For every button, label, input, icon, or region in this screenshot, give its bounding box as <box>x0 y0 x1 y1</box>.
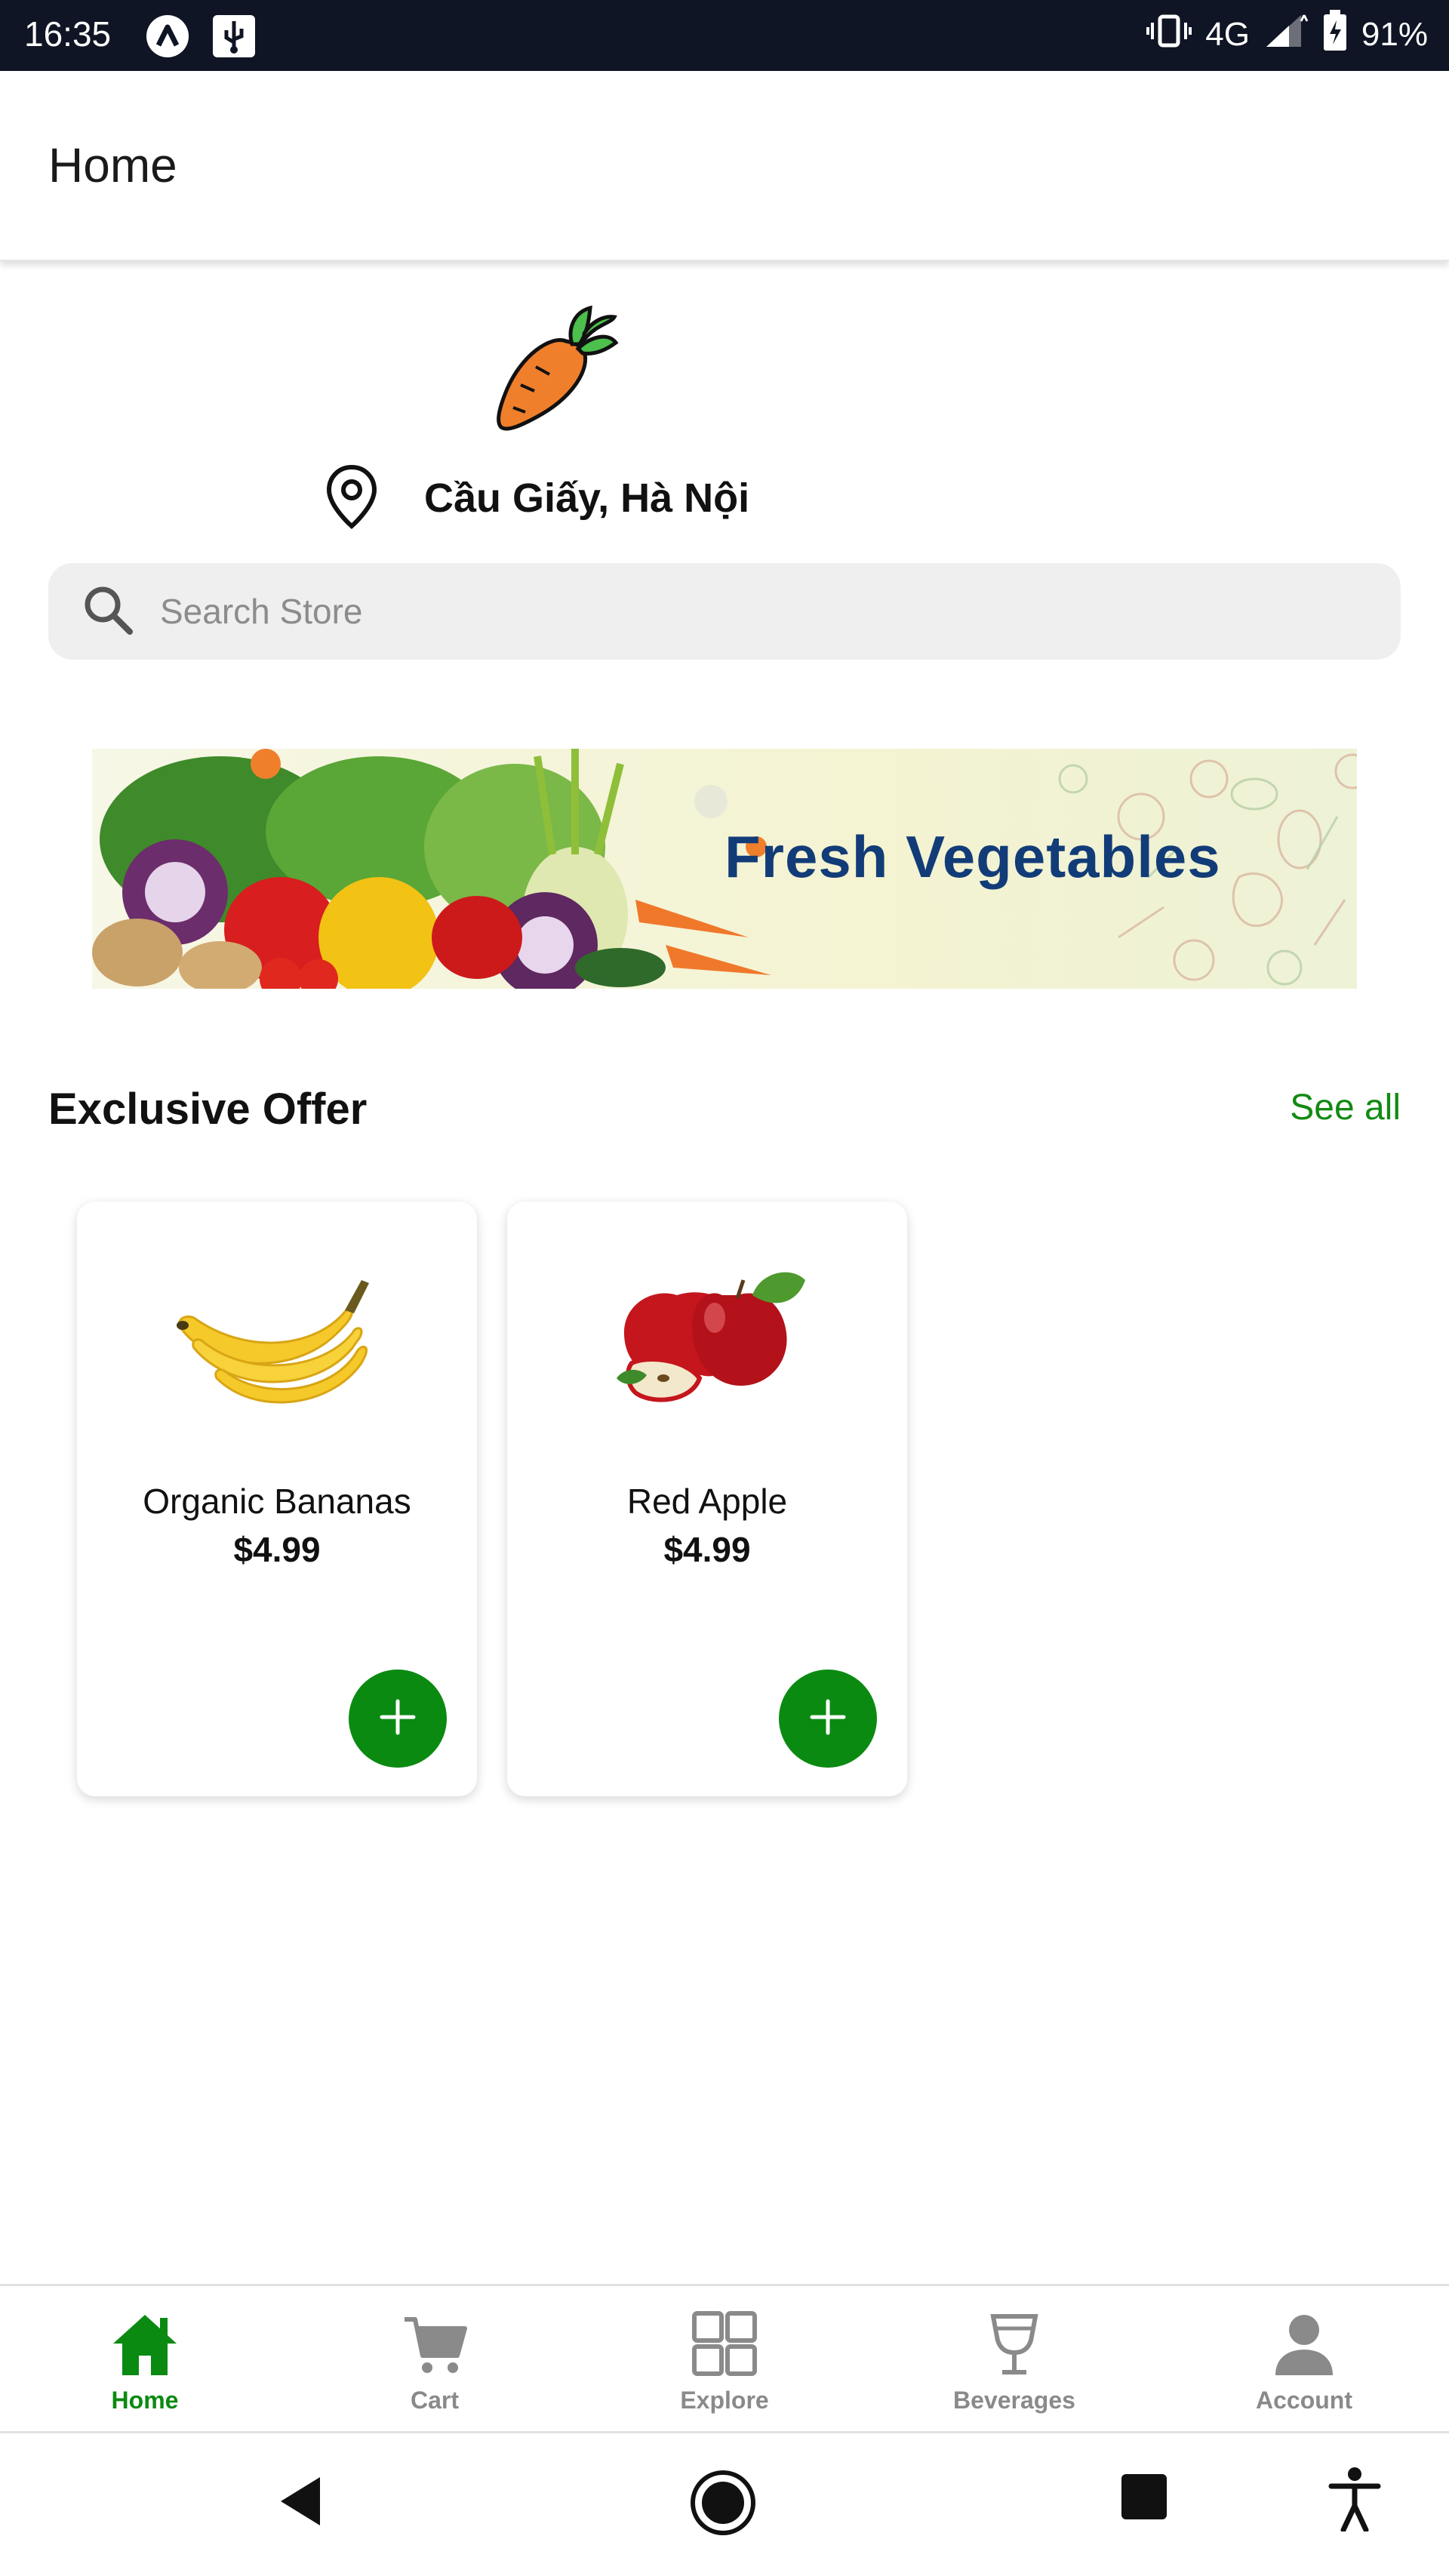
battery-percent: 91% <box>1361 16 1428 53</box>
search-input[interactable] <box>160 591 1292 632</box>
nav-label: Beverages <box>953 2387 1075 2414</box>
nav-item-explore[interactable]: Explore <box>580 2286 869 2431</box>
product-price: $4.99 <box>233 1530 321 1569</box>
page-title: Home <box>48 138 177 192</box>
product-card-red-apple[interactable]: Red Apple $4.99 <box>507 1202 907 1796</box>
product-name: Red Apple <box>626 1482 788 1521</box>
status-time: 16:35 <box>24 14 112 54</box>
see-all-link[interactable]: See all <box>1290 1087 1401 1128</box>
location-selector[interactable]: Cầu Giấy, Hà Nội <box>325 460 749 536</box>
battery-icon <box>1322 9 1348 60</box>
nav-label: Account <box>1256 2387 1352 2414</box>
plus-icon <box>377 1697 418 1741</box>
product-name: Organic Bananas <box>143 1482 411 1521</box>
product-price: $4.99 <box>663 1530 751 1569</box>
nav-item-beverages[interactable]: Beverages <box>869 2286 1159 2431</box>
home-icon <box>109 2310 181 2382</box>
apple-icon <box>594 1265 820 1423</box>
nav-label: Explore <box>680 2387 769 2414</box>
system-navigation-bar <box>0 2433 1449 2576</box>
add-to-cart-button[interactable] <box>349 1670 447 1768</box>
nav-label: Home <box>111 2387 179 2414</box>
nav-item-cart[interactable]: Cart <box>290 2286 580 2431</box>
back-icon[interactable] <box>275 2473 328 2534</box>
nav-item-home[interactable]: Home <box>0 2286 290 2431</box>
location-pin-icon <box>325 463 379 534</box>
location-label: Cầu Giấy, Hà Nội <box>424 475 750 521</box>
search-bar[interactable] <box>48 563 1401 660</box>
nav-item-account[interactable]: Account <box>1159 2286 1449 2431</box>
network-type: 4G <box>1205 16 1250 53</box>
person-icon <box>1268 2310 1340 2382</box>
glass-icon <box>978 2310 1051 2382</box>
section-title-exclusive-offer: Exclusive Offer <box>48 1085 368 1134</box>
signal-icon <box>1263 12 1309 58</box>
accessibility-icon[interactable] <box>1328 2467 1381 2535</box>
nav-label: Cart <box>410 2387 459 2414</box>
search-icon <box>48 583 134 640</box>
bottom-navigation: Home Cart Explore Beverages Account <box>0 2284 1449 2433</box>
a-icon <box>143 12 192 64</box>
app-bar: Home <box>0 71 1449 261</box>
add-to-cart-button[interactable] <box>779 1670 877 1768</box>
cart-icon <box>398 2310 471 2382</box>
home-circle-icon[interactable] <box>688 2468 758 2541</box>
status-bar: 16:35 4G 91% <box>0 0 1449 71</box>
status-right-cluster: 4G 91% <box>1146 9 1428 60</box>
recents-icon[interactable] <box>1120 2473 1168 2525</box>
product-card-organic-bananas[interactable]: Organic Bananas $4.99 <box>77 1202 477 1796</box>
banana-icon <box>164 1265 390 1423</box>
plus-icon <box>808 1697 848 1741</box>
grid-icon <box>688 2310 761 2382</box>
vibrate-icon <box>1146 12 1192 58</box>
usb-icon <box>210 12 258 64</box>
banner-title: Fresh Vegetables <box>724 823 1221 890</box>
promo-banner[interactable]: Fresh Vegetables <box>92 749 1357 989</box>
carrot-icon <box>491 302 619 438</box>
